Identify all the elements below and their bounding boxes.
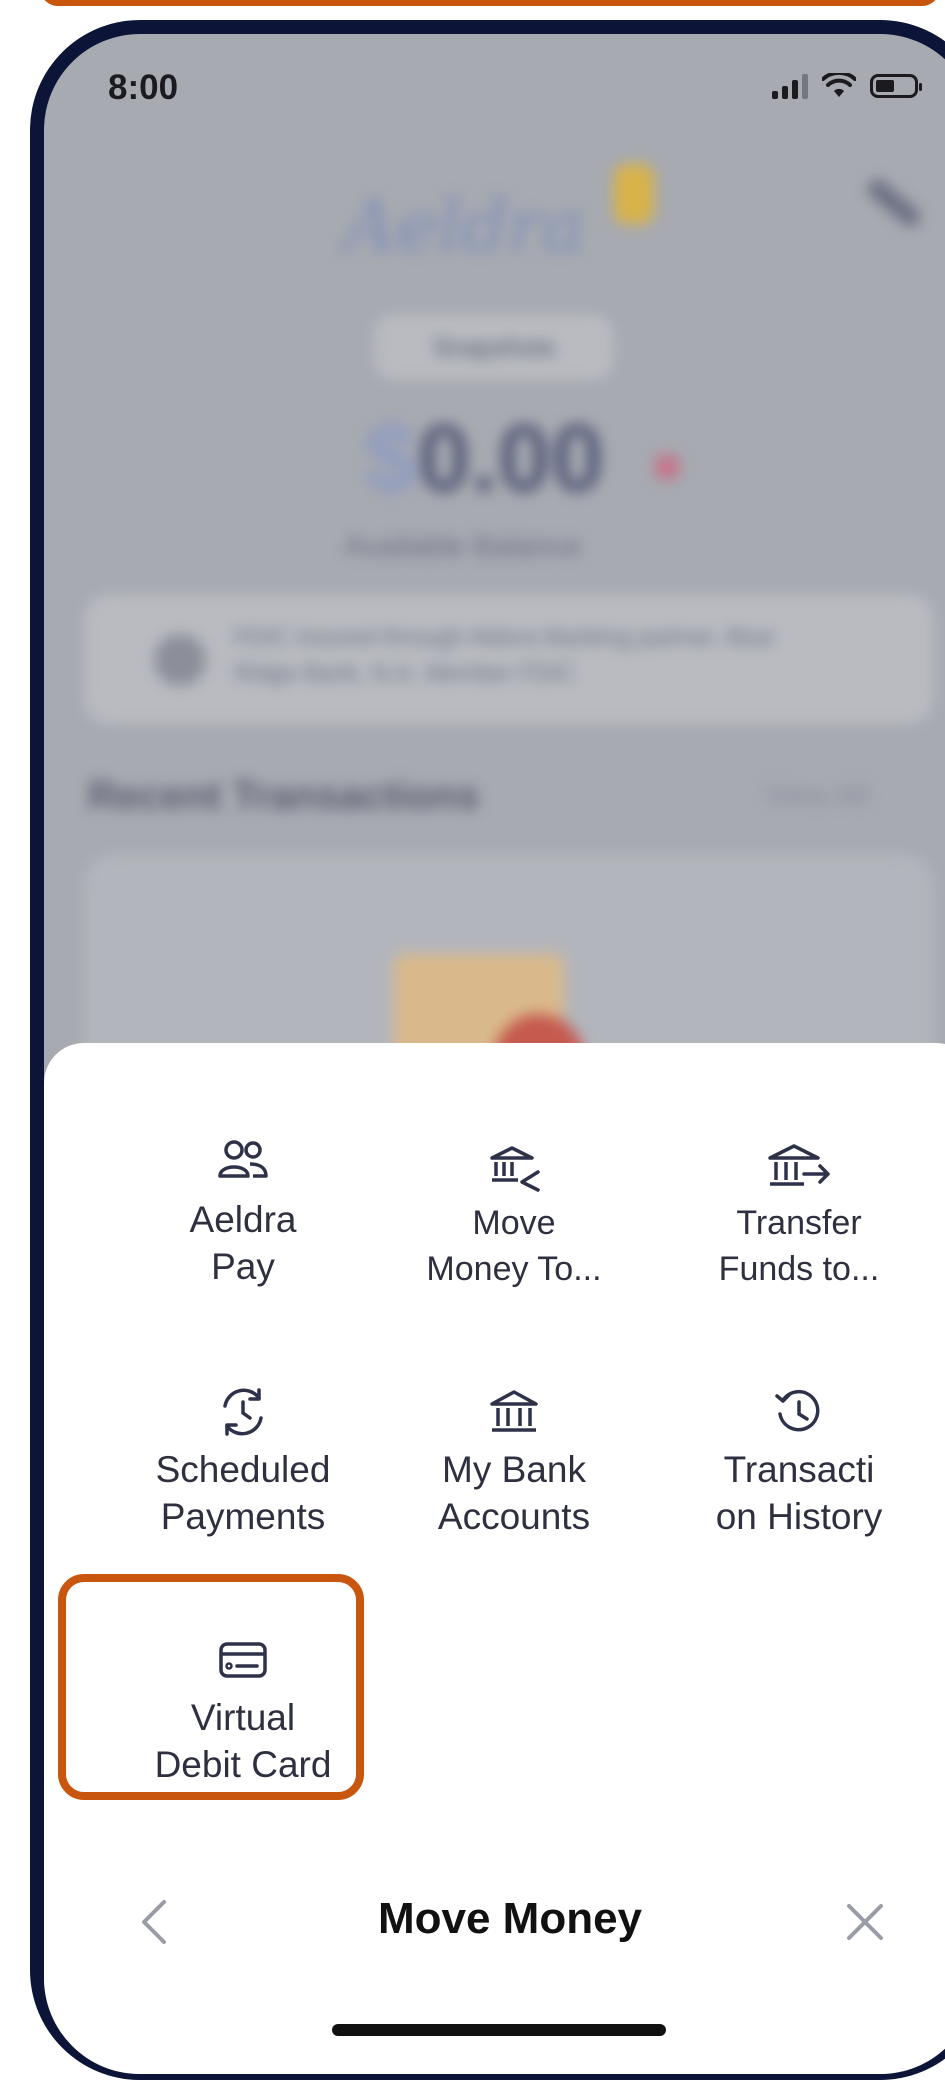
bank-icon (490, 1390, 538, 1432)
background-screen: Aeldra Snapshots $0.00 Available Balance… (44, 34, 945, 1154)
schedule-refresh-icon (223, 1388, 263, 1436)
close-icon[interactable] (839, 1896, 891, 1948)
scheduled-payments-button[interactable]: Scheduled Payments (108, 1384, 378, 1540)
info-icon (154, 634, 206, 686)
users-icon (218, 1140, 268, 1178)
transfer-funds-button[interactable]: Transfer Funds to... (664, 1138, 934, 1292)
balance-value: 0.00 (417, 405, 605, 512)
edit-icon (865, 176, 923, 230)
top-highlight-box (40, 0, 940, 6)
view-all-link: View All (764, 779, 869, 812)
balance-currency: $ (364, 405, 418, 512)
bank-receive-icon (490, 1146, 540, 1192)
recent-transactions-title: Recent Transactions (88, 774, 480, 818)
sheet-title: Move Money (377, 1894, 643, 1943)
phone-frame: 8:00 Aeldra Snapshots $0.00 Available Ba… (30, 20, 945, 2080)
notice-text: FDIC insured through Aldora Banking part… (234, 624, 775, 687)
my-bank-accounts-label: My Bank Accounts (437, 1449, 591, 1537)
move-money-to-button[interactable]: Move Money To... (379, 1138, 649, 1292)
fdic-notice: FDIC insured through Aldora Banking part… (84, 594, 934, 724)
aeldra-logo: Aeldra (344, 184, 586, 268)
my-bank-accounts-button[interactable]: My Bank Accounts (379, 1384, 649, 1540)
account-pill-label: Snapshots (432, 332, 556, 362)
balance-info-dot (654, 454, 680, 480)
balance-amount: $0.00 (364, 404, 604, 514)
available-balance-label: Available Balance (344, 530, 582, 563)
scheduled-payments-label: Scheduled Payments (155, 1449, 331, 1537)
bank-send-icon (768, 1144, 830, 1186)
virtual-debit-card-highlight (58, 1574, 364, 1800)
move-money-to-label: Move Money To... (426, 1204, 602, 1288)
aeldra-pay-label: Aeldra Pay (189, 1199, 297, 1287)
account-pill: Snapshots (374, 314, 614, 380)
logo-accent (614, 164, 654, 224)
history-icon (775, 1389, 820, 1432)
aeldra-pay-button[interactable]: Aeldra Pay (108, 1134, 378, 1290)
transfer-funds-label: Transfer Funds to... (718, 1204, 880, 1288)
screen: 8:00 Aeldra Snapshots $0.00 Available Ba… (44, 34, 945, 2074)
transaction-history-button[interactable]: Transacti on History (664, 1384, 934, 1540)
transaction-history-label: Transacti on History (715, 1449, 883, 1537)
back-chevron-icon[interactable] (134, 1894, 174, 1950)
